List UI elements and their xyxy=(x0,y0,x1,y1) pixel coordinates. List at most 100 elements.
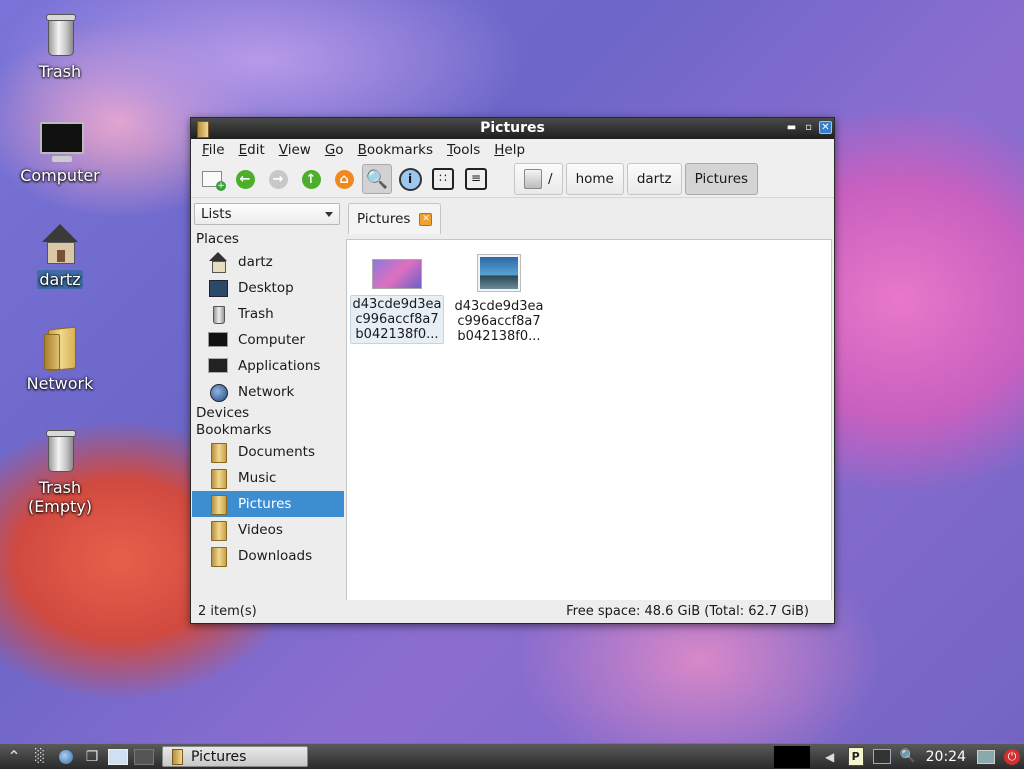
file-manager-window: Pictures ▬ ▫ ✕ File Edit View Go Bookmar… xyxy=(190,117,835,624)
side-pane-mode-label: Lists xyxy=(201,206,232,222)
clipboard-icon[interactable]: P xyxy=(844,747,868,767)
info-view-button[interactable]: i xyxy=(395,164,425,194)
workspace-1-icon[interactable] xyxy=(106,747,130,767)
maximize-button[interactable]: ▫ xyxy=(802,121,815,134)
system-tray: ◀ P 🔍 20:24 ⏻ xyxy=(773,744,1024,769)
item-count: 2 item(s) xyxy=(198,603,257,619)
menu-bar: File Edit View Go Bookmarks Tools Help xyxy=(191,139,834,161)
network-status-icon[interactable] xyxy=(870,747,894,767)
breadcrumb-home[interactable]: home xyxy=(565,163,624,195)
file-item[interactable]: d43cde9d3ea c996accf8a7 b042138f0... xyxy=(349,246,445,344)
desktop-icon-trash-empty[interactable]: Trash (Empty) xyxy=(8,428,112,516)
menu-tools[interactable]: Tools xyxy=(440,142,487,158)
trash-empty-icon xyxy=(36,428,84,476)
menu-file[interactable]: File xyxy=(195,142,232,158)
main-pane: Pictures ✕ d43cde9d3ea c996accf8a7 b0421… xyxy=(346,201,832,601)
folder-icon xyxy=(208,494,228,515)
clock[interactable]: 20:24 xyxy=(926,749,966,765)
desktop-icon-home[interactable]: dartz xyxy=(8,220,112,289)
chevron-down-icon xyxy=(325,211,333,217)
place-item-desktop[interactable]: Desktop xyxy=(192,275,344,301)
tab-pictures[interactable]: Pictures ✕ xyxy=(348,203,442,234)
menu-bookmarks[interactable]: Bookmarks xyxy=(351,142,440,158)
bookmark-item-downloads[interactable]: Downloads xyxy=(192,543,344,569)
power-icon[interactable]: ⏻ xyxy=(1000,747,1024,767)
menu-go[interactable]: Go xyxy=(318,142,351,158)
title-bar[interactable]: Pictures ▬ ▫ ✕ xyxy=(191,118,834,139)
folder-icon xyxy=(208,468,228,489)
start-menu-icon[interactable]: ⌃ xyxy=(2,747,26,767)
minimize-button[interactable]: ▬ xyxy=(785,121,798,134)
folder-icon xyxy=(208,442,228,463)
toolbar: + ← → ↑ ⌂ 🔍 i ∷ ≡ / home dartz Pictures xyxy=(191,161,834,198)
trash-icon xyxy=(208,304,228,324)
bookmark-item-pictures[interactable]: Pictures xyxy=(192,491,344,517)
home-nav-icon: ⌂ xyxy=(334,169,354,189)
close-tab-icon[interactable]: ✕ xyxy=(419,212,433,226)
computer-icon xyxy=(208,330,228,350)
home-button[interactable]: ⌂ xyxy=(329,164,359,194)
side-pane: Lists Places dartz Desktop Trash Compute… xyxy=(192,201,344,600)
menu-view[interactable]: View xyxy=(272,142,318,158)
trash-icon xyxy=(36,12,84,60)
desktop-icon-label: Network xyxy=(26,374,94,393)
side-pane-mode-select[interactable]: Lists xyxy=(194,203,340,225)
icon-view-button[interactable]: 🔍 xyxy=(362,164,392,194)
taskbar-window-label: Pictures xyxy=(191,748,247,765)
folder-icon xyxy=(208,520,228,541)
new-tab-button[interactable]: + xyxy=(197,164,227,194)
display-settings-icon[interactable] xyxy=(974,747,998,767)
place-item-trash[interactable]: Trash xyxy=(192,301,344,327)
up-arrow-icon: ↑ xyxy=(301,169,321,189)
info-icon: i xyxy=(398,167,422,191)
file-name: d43cde9d3ea c996accf8a7 b042138f0... xyxy=(349,295,445,344)
show-desktop-icon[interactable]: ❐ xyxy=(80,747,104,767)
workspace-2-icon[interactable] xyxy=(132,747,156,767)
desktop-icon-trash[interactable]: Trash xyxy=(8,12,112,81)
menu-help[interactable]: Help xyxy=(487,142,532,158)
desktop-icon xyxy=(208,278,228,298)
thumbnail-view-button[interactable]: ∷ xyxy=(428,164,458,194)
place-item-network[interactable]: Network xyxy=(192,379,344,405)
bookmark-item-documents[interactable]: Documents xyxy=(192,439,344,465)
free-space: Free space: 48.6 GiB (Total: 62.7 GiB) xyxy=(566,603,809,619)
breadcrumb: / home dartz Pictures xyxy=(514,163,761,195)
applications-icon xyxy=(208,356,228,376)
web-browser-launcher-icon[interactable] xyxy=(54,747,78,767)
desktop-icon-label: dartz xyxy=(37,270,83,289)
breadcrumb-pictures[interactable]: Pictures xyxy=(684,163,759,195)
tab-bar: Pictures ✕ xyxy=(346,201,832,235)
back-button[interactable]: ← xyxy=(230,164,260,194)
network-icon xyxy=(208,382,228,402)
menu-edit[interactable]: Edit xyxy=(232,142,272,158)
file-item[interactable]: d43cde9d3ea c996accf8a7 b042138f0... xyxy=(451,246,547,345)
forward-button[interactable]: → xyxy=(263,164,293,194)
desktop-icon-label: Trash xyxy=(38,62,82,81)
list-view-button[interactable]: ≡ xyxy=(461,164,491,194)
home-icon xyxy=(36,220,84,268)
computer-icon xyxy=(36,116,84,164)
place-item-computer[interactable]: Computer xyxy=(192,327,344,353)
place-item-dartz[interactable]: dartz xyxy=(192,249,344,275)
back-arrow-icon: ← xyxy=(235,169,255,189)
tray-expand-icon[interactable]: ◀ xyxy=(818,747,842,767)
file-manager-launcher-icon[interactable]: ░ xyxy=(28,747,52,767)
place-item-applications[interactable]: Applications xyxy=(192,353,344,379)
up-button[interactable]: ↑ xyxy=(296,164,326,194)
new-tab-icon: + xyxy=(202,171,226,191)
taskbar-window-pictures[interactable]: Pictures xyxy=(162,746,308,767)
bookmark-item-music[interactable]: Music xyxy=(192,465,344,491)
breadcrumb-dartz[interactable]: dartz xyxy=(626,163,682,195)
image-thumbnail xyxy=(477,254,521,292)
folder-icon xyxy=(208,546,228,567)
desktop-icon-network[interactable]: Network xyxy=(8,324,112,393)
file-view[interactable]: d43cde9d3ea c996accf8a7 b042138f0... d43… xyxy=(346,239,832,601)
search-icon[interactable]: 🔍 xyxy=(896,747,920,767)
desktop-icon-label: Trash (Empty) xyxy=(27,478,93,516)
folder-icon xyxy=(172,748,183,765)
breadcrumb-root[interactable]: / xyxy=(514,163,563,195)
image-thumbnail xyxy=(372,259,422,289)
close-button[interactable]: ✕ xyxy=(819,121,832,134)
desktop-icon-computer[interactable]: Computer xyxy=(8,116,112,185)
bookmark-item-videos[interactable]: Videos xyxy=(192,517,344,543)
